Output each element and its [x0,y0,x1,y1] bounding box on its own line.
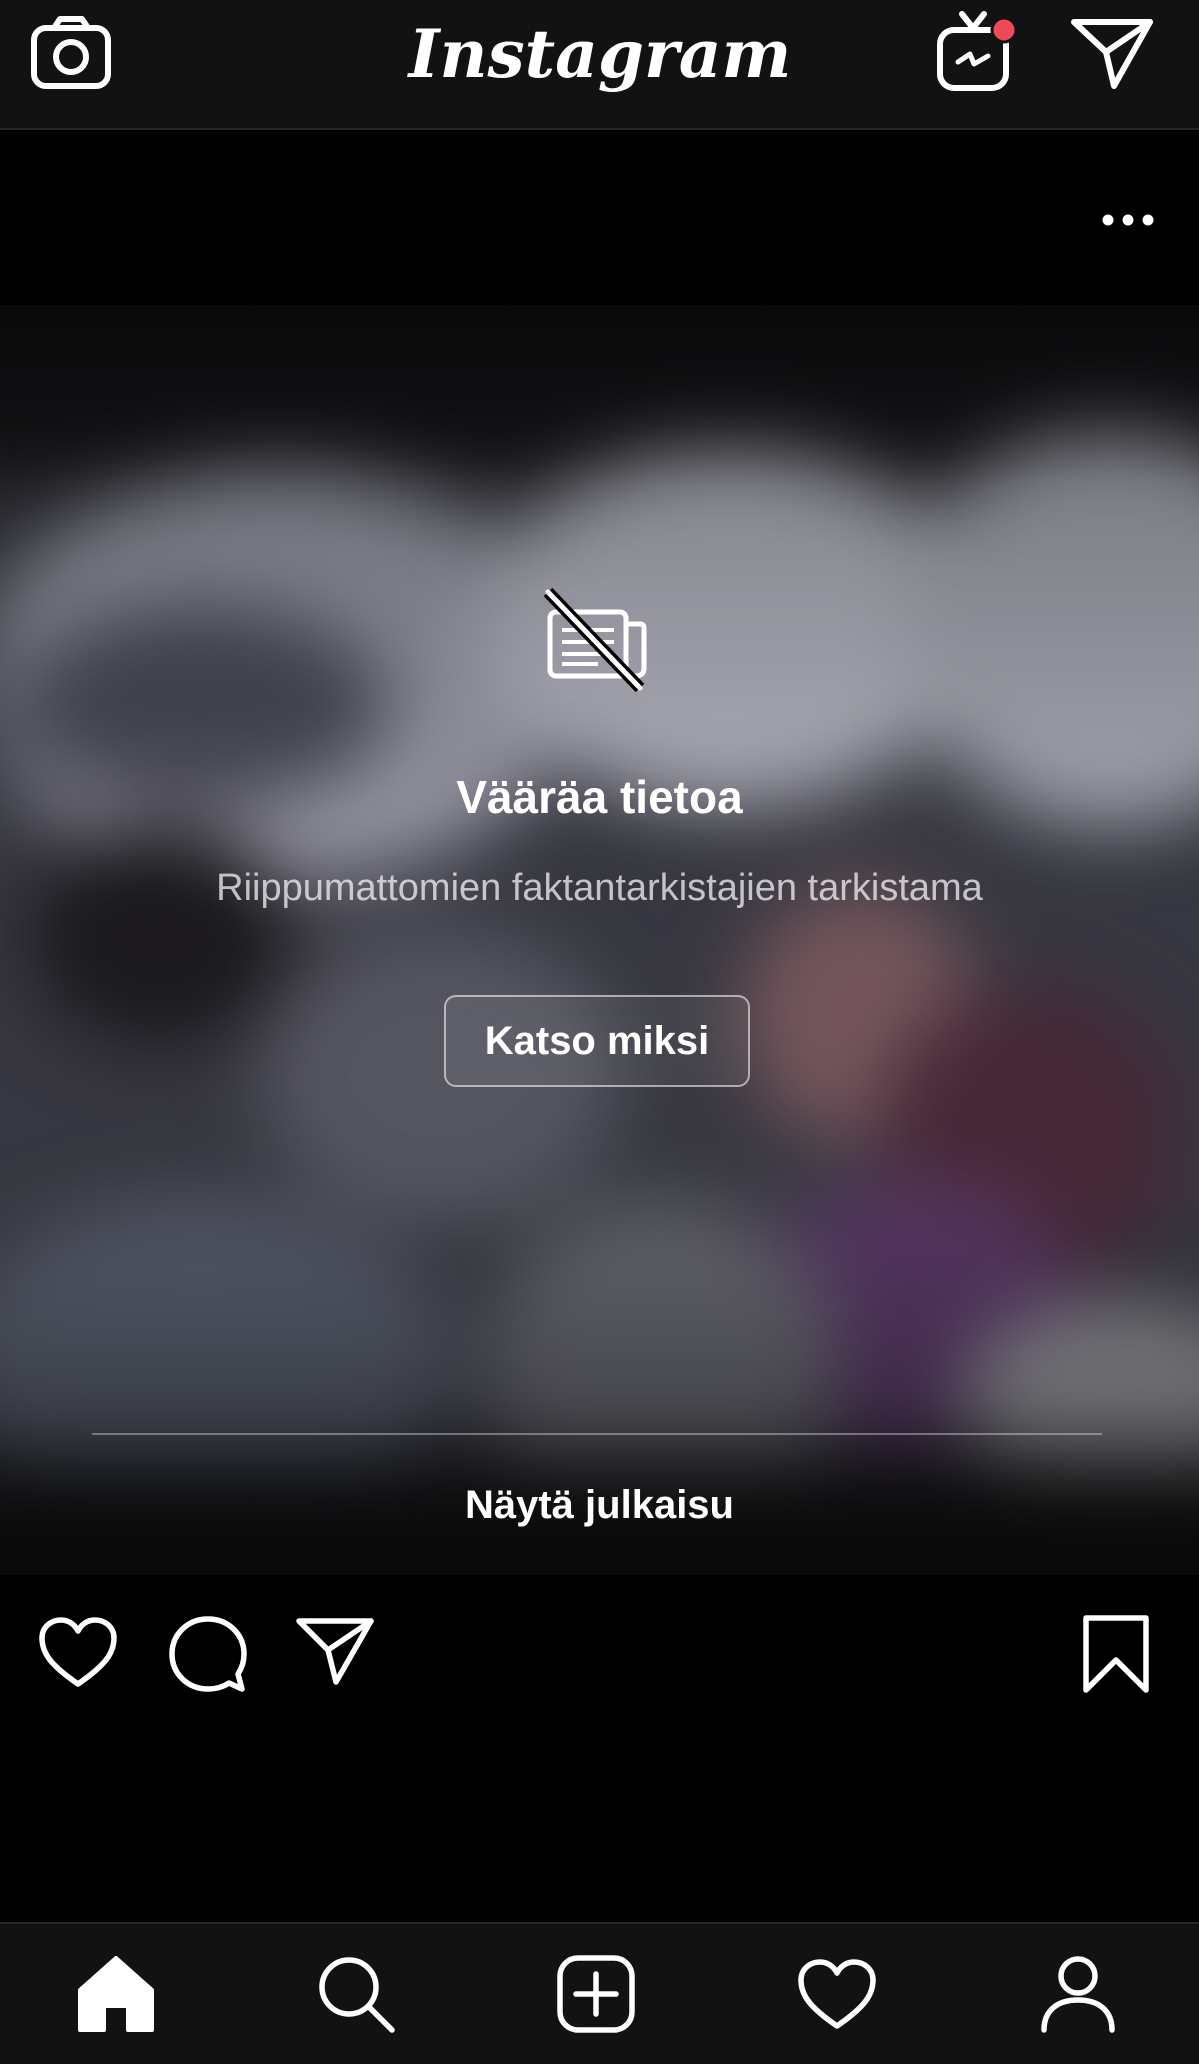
false-news-icon [544,588,647,693]
bottom-nav [0,1922,1199,2064]
false-info-subtitle: Riippumattomien faktantarkistajien tarki… [216,867,983,909]
profile-icon[interactable] [1038,1954,1118,2034]
show-post-button[interactable]: Näytä julkaisu [0,1483,1199,1528]
direct-message-icon[interactable] [1070,16,1154,90]
share-icon[interactable] [296,1616,374,1686]
igtv-icon[interactable] [936,10,1018,94]
top-bar: Instagram [0,0,1199,130]
search-icon[interactable] [316,1954,396,2034]
false-info-title: Vääräa tietoa [456,771,743,823]
media-shade [0,305,1199,1575]
app-wordmark: Instagram [408,15,792,93]
see-why-button[interactable]: Katso miksi [444,995,750,1087]
like-icon[interactable] [38,1616,118,1690]
save-icon[interactable] [1080,1614,1152,1694]
home-icon[interactable] [76,1954,156,2034]
post-header [0,140,1199,305]
camera-icon[interactable] [30,16,112,90]
more-options-icon[interactable] [1100,200,1156,240]
activity-icon[interactable] [797,1954,877,2034]
new-post-icon[interactable] [556,1954,636,2034]
comment-icon[interactable] [168,1614,248,1694]
post-media[interactable]: Vääräa tietoa Riippumattomien faktantark… [0,305,1199,1575]
divider [92,1433,1102,1435]
notification-dot [990,16,1018,44]
